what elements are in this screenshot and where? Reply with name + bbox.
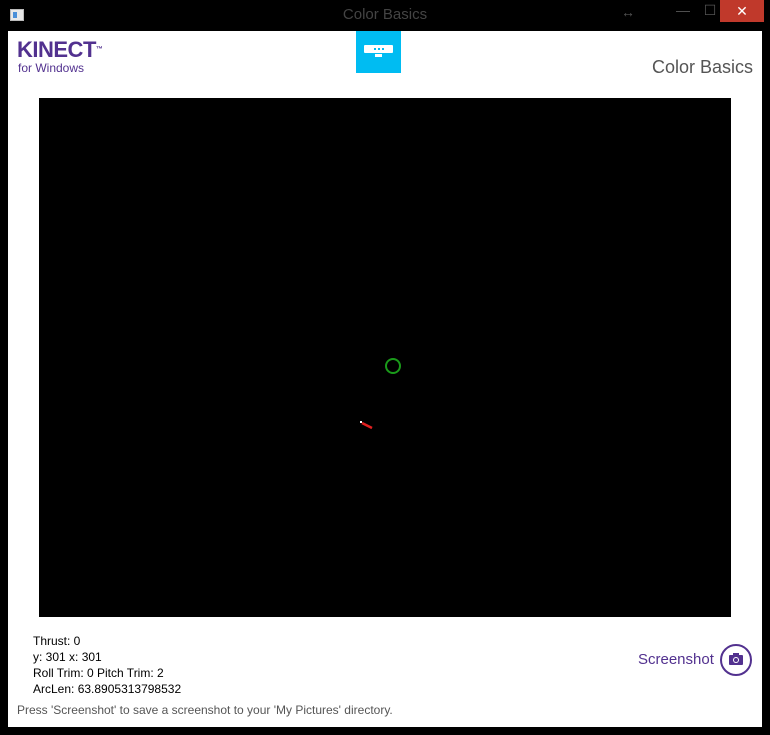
close-button[interactable]: ✕: [720, 0, 764, 22]
logo-trademark: ™: [95, 46, 103, 53]
logo-main-text: KINECT: [17, 37, 96, 62]
status-bar-text: Press 'Screenshot' to save a screenshot …: [17, 703, 393, 717]
logo-subtitle: for Windows: [18, 61, 85, 75]
marker-origin-dot: [360, 421, 362, 423]
position-text: y: 301 x: 301: [33, 650, 102, 664]
color-camera-view: [39, 98, 731, 617]
kinect-logo: KINECT™ for Windows: [17, 37, 103, 75]
screenshot-button[interactable]: [720, 644, 752, 676]
direction-marker: [361, 421, 373, 430]
window-title: Color Basics: [342, 6, 428, 23]
page-title: Color Basics: [651, 57, 753, 77]
screenshot-button-label[interactable]: Screenshot: [638, 651, 714, 668]
client-area: KINECT™ for Windows Color Basics Thrust:…: [8, 31, 762, 727]
title-bar[interactable]: Color Basics ↔ — ☐ ✕: [0, 0, 770, 31]
target-circle: [385, 358, 401, 374]
resize-icon: ↔: [621, 4, 635, 20]
kinect-sensor-icon: [356, 31, 401, 73]
thrust-text: Thrust: 0: [33, 634, 81, 648]
arclen-text: ArcLen: 63.8905313798532: [33, 682, 182, 696]
app-window: Color Basics ↔ — ☐ ✕ KINECT™ for Windows…: [0, 0, 770, 735]
overlay-canvas: [360, 358, 401, 430]
telemetry-panel: Thrust: 0 y: 301 x: 301 Roll Trim: 0 Pit…: [33, 633, 181, 697]
minimize-button[interactable]: —: [668, 2, 698, 24]
trim-text: Roll Trim: 0 Pitch Trim: 2: [33, 666, 164, 680]
